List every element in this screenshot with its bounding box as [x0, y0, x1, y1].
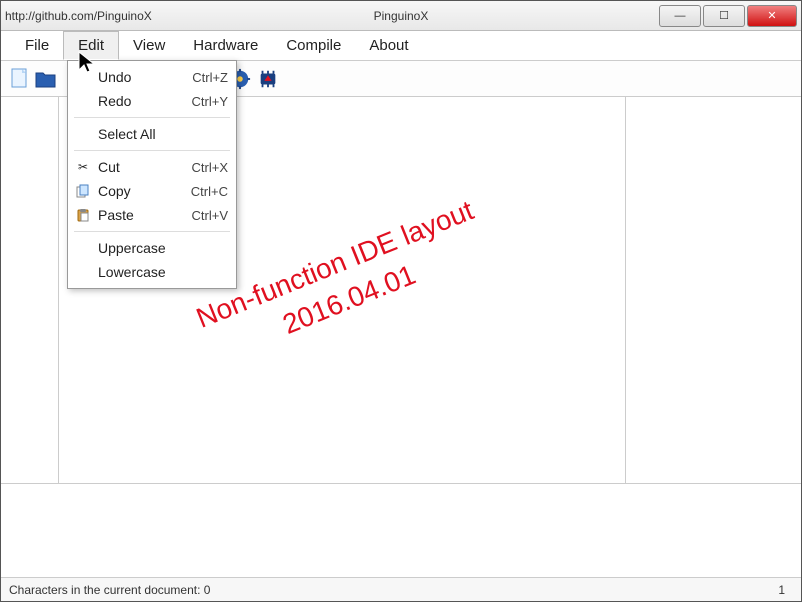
- menu-compile[interactable]: Compile: [272, 31, 355, 60]
- menu-undo[interactable]: Undo Ctrl+Z: [68, 65, 236, 89]
- menu-file[interactable]: File: [11, 31, 63, 60]
- menu-lowercase[interactable]: Lowercase: [68, 260, 236, 284]
- close-icon: ✕: [767, 9, 776, 22]
- menu-uppercase[interactable]: Uppercase: [68, 236, 236, 260]
- app-window: http://github.com/PinguinoX PinguinoX — …: [0, 0, 802, 602]
- menu-redo[interactable]: Redo Ctrl+Y: [68, 89, 236, 113]
- menu-select-all[interactable]: Select All: [68, 122, 236, 146]
- cut-icon: ✂: [72, 160, 94, 174]
- status-right: 1: [778, 583, 793, 597]
- titlebar-title: PinguinoX: [374, 9, 429, 23]
- minimize-button[interactable]: —: [659, 5, 701, 27]
- close-button[interactable]: ✕: [747, 5, 797, 27]
- menu-about[interactable]: About: [355, 31, 422, 60]
- statusbar: Characters in the current document: 0 1: [1, 577, 801, 601]
- menu-cut[interactable]: ✂ Cut Ctrl+X: [68, 155, 236, 179]
- maximize-icon: ☐: [719, 9, 729, 22]
- output-pane: [1, 483, 801, 577]
- left-pane: [1, 97, 59, 483]
- menu-separator: [74, 150, 230, 151]
- menu-separator: [74, 117, 230, 118]
- titlebar-url: http://github.com/PinguinoX: [5, 9, 152, 23]
- menu-edit[interactable]: Edit: [63, 31, 119, 60]
- menu-paste[interactable]: Paste Ctrl+V: [68, 203, 236, 227]
- edit-dropdown: Undo Ctrl+Z Redo Ctrl+Y Select All ✂ Cut…: [67, 60, 237, 289]
- right-pane: [626, 97, 801, 483]
- menu-view[interactable]: View: [119, 31, 179, 60]
- window-controls: — ☐ ✕: [657, 5, 797, 27]
- maximize-button[interactable]: ☐: [703, 5, 745, 27]
- open-file-icon[interactable]: [35, 68, 57, 90]
- paste-icon: [72, 208, 94, 222]
- menu-separator: [74, 231, 230, 232]
- upload-chip-icon[interactable]: [257, 68, 279, 90]
- new-file-icon[interactable]: [9, 68, 31, 90]
- minimize-icon: —: [675, 10, 686, 22]
- copy-icon: [72, 184, 94, 198]
- titlebar: http://github.com/PinguinoX PinguinoX — …: [1, 1, 801, 31]
- menu-copy[interactable]: Copy Ctrl+C: [68, 179, 236, 203]
- menubar: File Edit View Hardware Compile About: [1, 31, 801, 61]
- status-left: Characters in the current document: 0: [9, 583, 210, 597]
- menu-hardware[interactable]: Hardware: [179, 31, 272, 60]
